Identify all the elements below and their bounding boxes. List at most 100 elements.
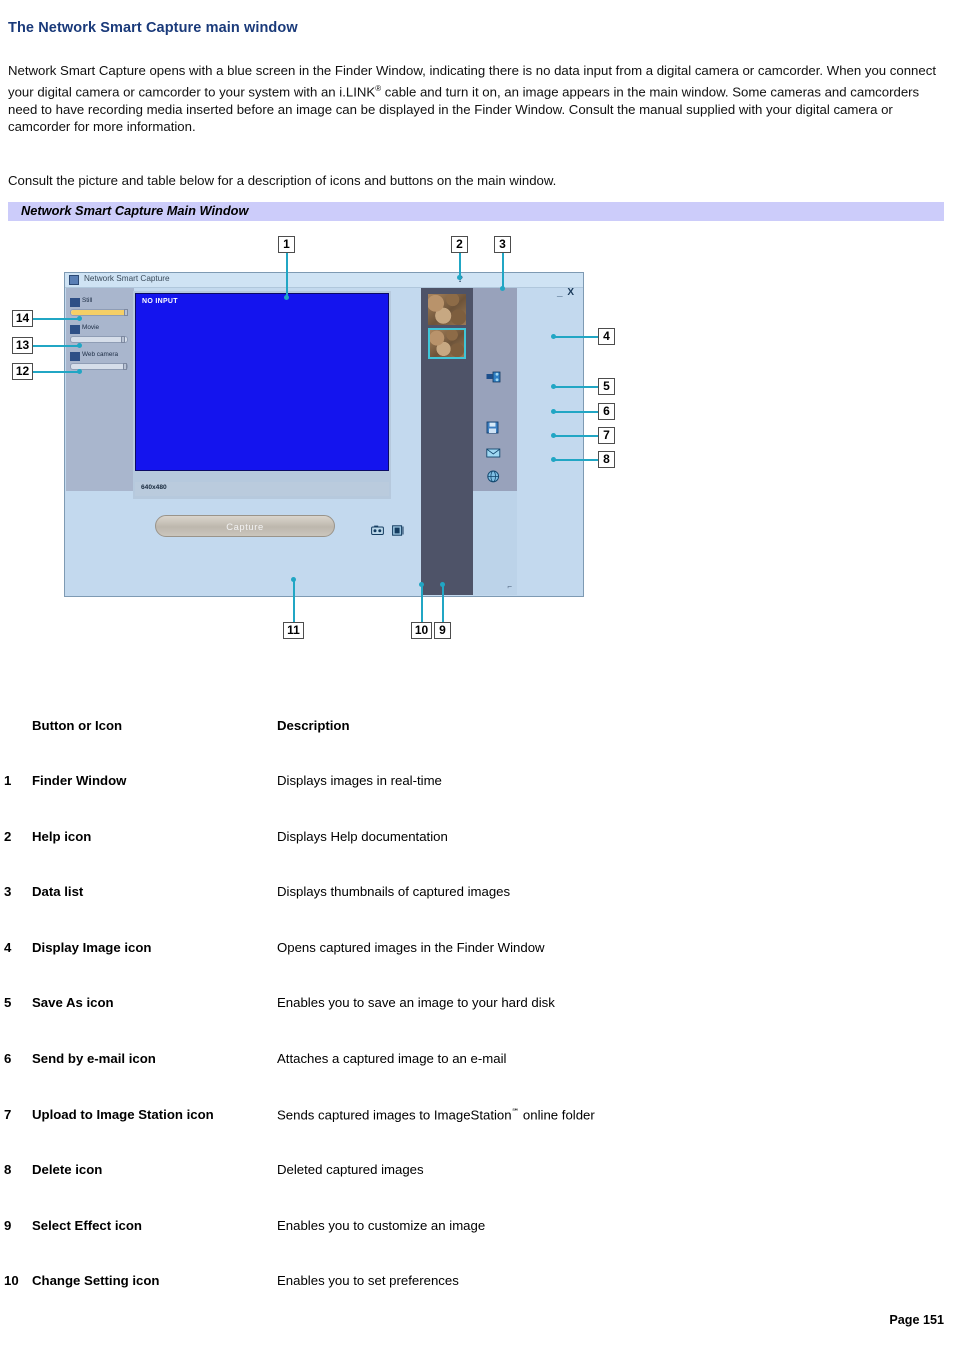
- still-slider-knob[interactable]: [124, 309, 128, 316]
- row-name: Send by e-mail icon: [32, 1050, 156, 1066]
- row-description-post: online folder: [519, 1106, 595, 1122]
- resize-grip-icon[interactable]: ⌐: [507, 582, 512, 591]
- leader-line-7: [554, 435, 598, 437]
- callout-8: 8: [598, 451, 615, 468]
- leader-dot-3: [500, 286, 505, 291]
- finder-window[interactable]: NO INPUT: [135, 293, 389, 471]
- network-smart-capture-window: Network Smart Capture ? _ X Still Movie: [64, 272, 584, 597]
- capture-button[interactable]: Capture: [155, 515, 335, 537]
- data-list[interactable]: [421, 288, 473, 595]
- row-number: 5: [4, 995, 12, 1011]
- callout-3: 3: [494, 236, 511, 253]
- row-description: Sends captured images to ImageStation℠ o…: [277, 1107, 595, 1122]
- leader-line-5: [554, 386, 598, 388]
- row-name: Finder Window: [32, 773, 127, 788]
- callout-13: 13: [12, 337, 33, 354]
- icon-description-table: Button or Icon Description 1 Finder Wind…: [0, 718, 954, 1329]
- leader-line-10: [421, 585, 423, 622]
- leader-dot-5: [551, 384, 556, 389]
- web-camera-icon: [70, 352, 80, 361]
- floppy-disk-glyph: [486, 421, 499, 434]
- row-number: 7: [4, 1106, 12, 1122]
- table-row: 7 Upload to Image Station icon Sends cap…: [0, 1107, 954, 1163]
- camera-setting-glyph: [371, 525, 384, 535]
- row-description: Displays Help documentation: [277, 828, 448, 844]
- leader-line-8: [554, 459, 598, 461]
- select-effect-icon[interactable]: [392, 523, 405, 536]
- send-by-email-icon[interactable]: [486, 446, 501, 459]
- row-description: Attaches a captured image to an e-mail: [277, 1050, 507, 1066]
- capture-zone: Capture: [133, 513, 421, 543]
- row-number: 4: [4, 939, 12, 955]
- leader-line-9: [442, 585, 444, 622]
- callout-4: 4: [598, 328, 615, 345]
- leader-line-1: [286, 253, 288, 298]
- leader-dot-4: [551, 334, 556, 339]
- leader-line-4: [554, 336, 598, 338]
- leader-dot-6: [551, 409, 556, 414]
- row-description: Enables you to save an image to your har…: [277, 995, 555, 1011]
- intro-paragraph: Network Smart Capture opens with a blue …: [8, 62, 944, 136]
- envelope-glyph: [486, 448, 501, 458]
- row-name: Data list: [32, 884, 84, 900]
- leader-dot-2: [457, 275, 462, 280]
- page-title: The Network Smart Capture main window: [8, 20, 298, 36]
- web-camera-slider-knob[interactable]: [123, 363, 127, 370]
- leader-line-3: [502, 253, 504, 289]
- row-number: 9: [4, 1217, 12, 1233]
- callout-9: 9: [434, 622, 451, 639]
- callout-5: 5: [598, 378, 615, 395]
- mode-label-movie: Movie: [82, 324, 100, 331]
- row-number: 1: [4, 773, 12, 788]
- row-number: 10: [4, 1273, 19, 1289]
- callout-11: 11: [283, 622, 304, 639]
- table-row: 2 Help icon Displays Help documentation: [0, 829, 954, 885]
- consult-paragraph: Consult the picture and table below for …: [8, 173, 557, 188]
- table-row: 8 Delete icon Deleted captured images: [0, 1162, 954, 1218]
- table-row: 9 Select Effect icon Enables you to cust…: [0, 1218, 954, 1274]
- callout-10: 10: [411, 622, 432, 639]
- row-description: Enables you to customize an image: [277, 1217, 486, 1233]
- resolution-label: 640x480: [141, 484, 167, 491]
- row-number: 2: [4, 828, 12, 844]
- callout-2: 2: [451, 236, 468, 253]
- change-setting-icon[interactable]: [371, 523, 384, 535]
- callout-1: 1: [278, 236, 295, 253]
- row-name: Help icon: [32, 828, 92, 844]
- row-description: Displays thumbnails of captured images: [277, 884, 511, 900]
- row-name: Change Setting icon: [32, 1273, 160, 1289]
- leader-dot-10: [419, 582, 424, 587]
- table-header-row: Button or Icon Description: [0, 718, 954, 773]
- leader-dot-11: [291, 577, 296, 582]
- figure-caption-bar: Network Smart Capture Main Window: [8, 202, 944, 221]
- page-number: Page 151: [889, 1313, 944, 1327]
- leader-dot-13: [77, 343, 82, 348]
- table-row: 1 Finder Window Displays images in real-…: [0, 773, 954, 829]
- table-row: 3 Data list Displays thumbnails of captu…: [0, 884, 954, 940]
- leader-line-6: [554, 411, 598, 413]
- right-toolbar: [473, 288, 517, 507]
- annotated-screenshot-figure: 1 2 3 4 5 6 7 8 9 10 11 12 13 14 Network…: [0, 232, 660, 652]
- app-icon: [69, 275, 79, 285]
- callout-12: 12: [12, 363, 33, 380]
- thumbnail-1[interactable]: [428, 294, 466, 325]
- movie-slider-knob[interactable]: [121, 336, 125, 343]
- still-slider[interactable]: [70, 309, 128, 316]
- table-header-description: Description: [277, 718, 350, 733]
- table-row: 5 Save As icon Enables you to save an im…: [0, 995, 954, 1051]
- window-controls[interactable]: _ X: [557, 287, 575, 298]
- row-description: Enables you to set preferences: [277, 1273, 459, 1289]
- row-description: Displays images in real-time: [277, 773, 442, 788]
- resolution-bar: 640x480: [135, 482, 389, 496]
- still-camera-icon: [70, 298, 80, 307]
- right-toolbar-lower: ⌐: [473, 491, 517, 595]
- movie-slider[interactable]: [70, 336, 128, 343]
- display-image-icon[interactable]: [486, 371, 501, 384]
- thumbnail-2-selected[interactable]: [428, 328, 466, 359]
- row-number: 3: [4, 884, 12, 900]
- upload-to-image-station-icon[interactable]: [486, 470, 501, 483]
- capture-button-label: Capture: [226, 521, 264, 532]
- row-name: Save As icon: [32, 995, 114, 1011]
- save-as-icon[interactable]: [486, 421, 501, 434]
- leader-line-11: [293, 580, 295, 622]
